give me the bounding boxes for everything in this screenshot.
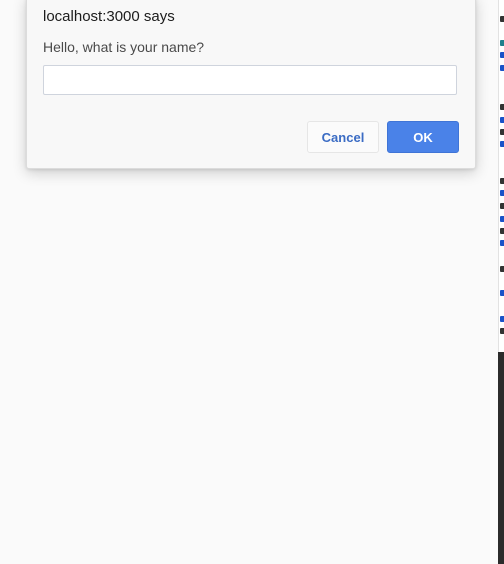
devtools-panel-edge — [498, 0, 504, 564]
code-glyph — [500, 190, 504, 196]
code-glyph — [500, 117, 504, 123]
code-glyph — [500, 266, 504, 272]
ok-button[interactable]: OK — [387, 121, 459, 153]
prompt-dialog: localhost:3000 says Hello, what is your … — [26, 0, 476, 169]
code-glyph — [500, 240, 504, 246]
code-glyph — [500, 290, 504, 296]
code-glyph — [500, 141, 504, 147]
cancel-button[interactable]: Cancel — [307, 121, 379, 153]
dialog-message: Hello, what is your name? — [43, 39, 205, 55]
code-panel — [498, 0, 504, 352]
code-glyph — [500, 328, 504, 334]
code-glyph — [500, 104, 504, 110]
code-glyph — [500, 178, 504, 184]
code-glyph — [500, 40, 504, 46]
code-glyph — [500, 203, 504, 209]
console-panel — [498, 352, 504, 564]
code-glyph — [500, 52, 504, 58]
code-glyph — [500, 129, 504, 135]
code-glyph — [500, 316, 504, 322]
code-glyph — [500, 65, 504, 71]
dialog-title: localhost:3000 says — [43, 8, 175, 25]
code-glyph — [500, 216, 504, 222]
code-glyph — [500, 228, 504, 234]
code-glyph — [500, 16, 504, 22]
browser-viewport: localhost:3000 says Hello, what is your … — [0, 0, 504, 564]
name-input[interactable] — [43, 65, 457, 95]
